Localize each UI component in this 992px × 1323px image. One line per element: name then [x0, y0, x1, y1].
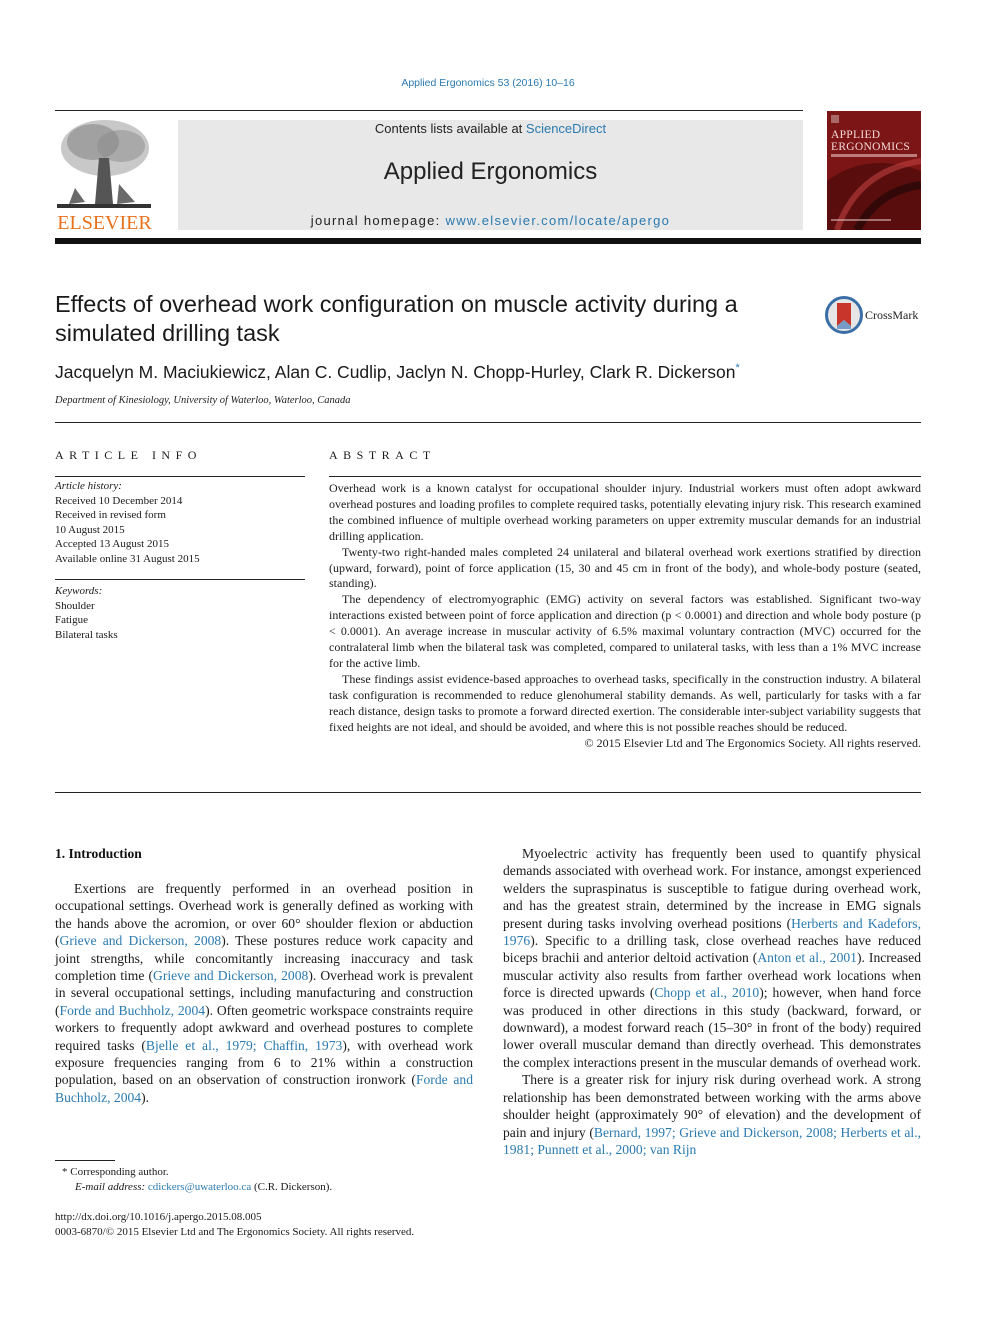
article-title: Effects of overhead work configuration o… [55, 291, 738, 346]
abstract-rule [329, 476, 921, 477]
citation-link[interactable]: Forde and Buchholz, 2004 [60, 1003, 206, 1018]
header-rule [55, 110, 803, 111]
body-column-right: Myoelectric activity has frequently been… [503, 845, 921, 1158]
history-item: Available online 31 August 2015 [55, 552, 200, 565]
citation-link[interactable]: Anton et al., 2001 [757, 950, 857, 965]
keyword-item: Shoulder [55, 599, 95, 612]
keywords: Keywords: Shoulder Fatigue Bilateral tas… [55, 584, 305, 642]
body-paragraph: There is a greater risk for injury risk … [503, 1071, 921, 1158]
history-item: Received 10 December 2014 [55, 494, 183, 507]
citation-link[interactable]: Grieve and Dickerson, 2008 [60, 933, 222, 948]
history-item: Received in revised form [55, 509, 166, 521]
citation-link[interactable]: Grieve and Dickerson, 2008 [153, 968, 308, 983]
body-paragraph: Myoelectric activity has frequently been… [503, 845, 921, 1071]
cover-subtitle-bar [831, 154, 917, 157]
affiliation: Department of Kinesiology, University of… [55, 395, 351, 406]
history-label: Article history: [55, 480, 122, 492]
email-suffix: (C.R. Dickerson). [251, 1181, 333, 1193]
citation-link[interactable]: Bjelle et al., 1979; Chaffin, 1973 [146, 1038, 342, 1053]
citation-link[interactable]: Chopp et al., 2010 [654, 985, 759, 1000]
abstract-copyright: © 2015 Elsevier Ltd and The Ergonomics S… [584, 735, 922, 750]
abstract-heading: ABSTRACT [329, 448, 436, 462]
keywords-label: Keywords: [55, 585, 103, 597]
history-item: 10 August 2015 [55, 523, 125, 536]
journal-citation-link[interactable]: Applied Ergonomics 53 (2016) 10–16 [0, 77, 976, 89]
cover-title-line: APPLIED [831, 129, 881, 141]
email-label: E-mail address: [75, 1181, 148, 1193]
article-info-heading: ARTICLE INFO [55, 448, 202, 462]
author-list: Jacquelyn M. Maciukiewicz, Alan C. Cudli… [55, 362, 740, 383]
abstract-paragraph: Overhead work is a known catalyst for oc… [329, 481, 921, 543]
text-run: ). [141, 1089, 150, 1105]
elsevier-tree-icon [55, 118, 153, 210]
header-thick-rule [55, 238, 921, 244]
corresponding-author-note: * Corresponding author. [62, 1166, 169, 1178]
email-link[interactable]: cdickers@uwaterloo.ca [148, 1181, 251, 1193]
body-column-left: Exertions are frequently performed in an… [55, 880, 473, 1106]
cover-title-line: ERGONOMICS [831, 141, 911, 153]
authors-text: Jacquelyn M. Maciukiewicz, Alan C. Cudli… [55, 362, 736, 382]
history-item: Accepted 13 August 2015 [55, 538, 169, 550]
corresponding-author-marker[interactable]: * [735, 362, 739, 374]
section-heading-introduction: 1. Introduction [55, 846, 142, 861]
journal-homepage-link[interactable]: www.elsevier.com/locate/apergo [446, 213, 671, 228]
elsevier-logo[interactable]: ELSEVIER [53, 118, 156, 234]
contents-line: Contents lists available at ScienceDirec… [178, 121, 803, 136]
abstract-paragraph: These findings assist evidence-based app… [329, 671, 921, 734]
abstract-paragraph: Twenty-two right-handed males completed … [329, 544, 921, 591]
abstract-body: Overhead work is a known catalyst for oc… [329, 481, 921, 751]
article-info-rule [55, 476, 305, 477]
footnote-rule [55, 1160, 115, 1161]
journal-cover-image[interactable]: APPLIED ERGONOMICS [827, 111, 921, 230]
article-history: Article history: Received 10 December 20… [55, 479, 305, 566]
issn-copyright: 0003-6870/© 2015 Elsevier Ltd and The Er… [55, 1226, 415, 1238]
title-rule [55, 422, 921, 423]
abstract-bottom-rule [55, 792, 921, 793]
keyword-item: Fatigue [55, 614, 88, 626]
contents-prefix: Contents lists available at [374, 121, 526, 136]
crossmark-icon [825, 296, 863, 334]
keyword-item: Bilateral tasks [55, 628, 118, 641]
body-paragraph: Exertions are frequently performed in an… [55, 880, 473, 1106]
elsevier-wordmark: ELSEVIER [57, 212, 152, 234]
doi-link[interactable]: http://dx.doi.org/10.1016/j.apergo.2015.… [55, 1210, 261, 1225]
email-note: E-mail address: cdickers@uwaterloo.ca (C… [75, 1180, 332, 1195]
homepage-prefix: journal homepage: [310, 213, 446, 228]
journal-title: Applied Ergonomics [383, 158, 598, 185]
crossmark-label: CrossMark [865, 308, 919, 322]
abstract-paragraph: The dependency of electromyographic (EMG… [329, 592, 921, 670]
crossmark-badge[interactable]: CrossMark [825, 296, 925, 336]
cover-title: APPLIED ERGONOMICS [831, 129, 910, 153]
journal-banner: Contents lists available at ScienceDirec… [178, 120, 803, 230]
keywords-rule [55, 579, 305, 580]
sciencedirect-link[interactable]: ScienceDirect [526, 121, 606, 136]
homepage-line: journal homepage: www.elsevier.com/locat… [178, 213, 803, 228]
